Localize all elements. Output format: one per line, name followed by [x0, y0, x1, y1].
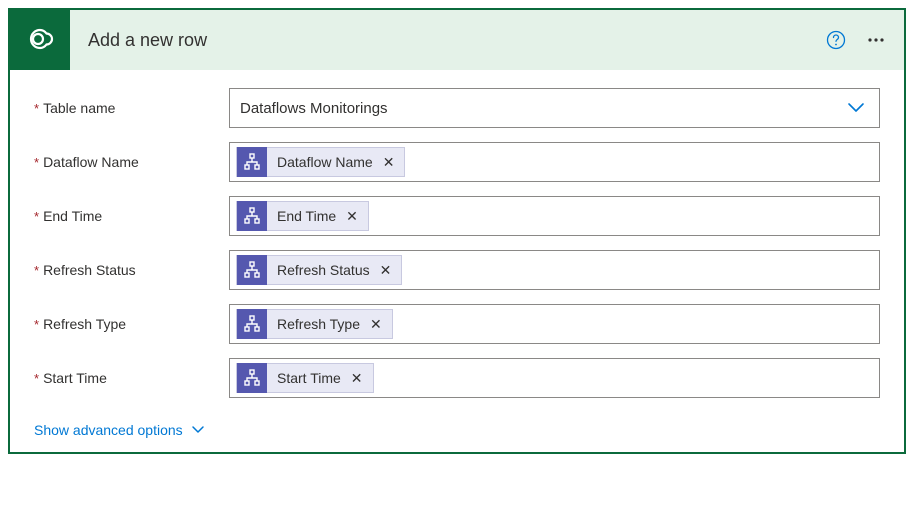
dynamic-token[interactable]: Dataflow Name ✕	[236, 147, 405, 177]
required-star: *	[34, 263, 39, 278]
remove-token-button[interactable]: ✕	[349, 370, 365, 387]
label-refresh-status: * Refresh Status	[34, 262, 229, 278]
flow-icon	[237, 309, 267, 339]
field-label: End Time	[43, 208, 102, 224]
flow-icon	[237, 363, 267, 393]
field-label: Table name	[43, 100, 115, 116]
remove-token-button[interactable]: ✕	[344, 208, 360, 225]
flow-icon	[237, 255, 267, 285]
refresh-type-input[interactable]: Refresh Type ✕	[229, 304, 880, 344]
advanced-label: Show advanced options	[34, 422, 183, 438]
remove-token-button[interactable]: ✕	[368, 316, 384, 333]
ellipsis-icon	[866, 30, 886, 50]
more-menu-button[interactable]	[860, 24, 892, 56]
refresh-status-input[interactable]: Refresh Status ✕	[229, 250, 880, 290]
token-label: End Time	[277, 208, 336, 224]
field-label: Refresh Type	[43, 316, 126, 332]
dynamic-token[interactable]: End Time ✕	[236, 201, 369, 231]
required-star: *	[34, 209, 39, 224]
field-row-start-time: * Start Time Start Time ✕	[34, 358, 880, 398]
field-row-end-time: * End Time End Time ✕	[34, 196, 880, 236]
required-star: *	[34, 317, 39, 332]
chevron-down-icon	[847, 100, 865, 116]
help-button[interactable]	[820, 24, 852, 56]
card-title: Add a new row	[70, 30, 820, 51]
field-row-refresh-status: * Refresh Status Refresh Status ✕	[34, 250, 880, 290]
required-star: *	[34, 155, 39, 170]
token-label: Refresh Type	[277, 316, 360, 332]
card-header: Add a new row	[10, 10, 904, 70]
start-time-input[interactable]: Start Time ✕	[229, 358, 880, 398]
dynamic-token[interactable]: Refresh Type ✕	[236, 309, 393, 339]
remove-token-button[interactable]: ✕	[378, 262, 394, 279]
required-star: *	[34, 101, 39, 116]
dynamic-token[interactable]: Refresh Status ✕	[236, 255, 402, 285]
show-advanced-options-link[interactable]: Show advanced options	[34, 422, 205, 438]
field-row-dataflow-name: * Dataflow Name Dataflow Name ✕	[34, 142, 880, 182]
remove-token-button[interactable]: ✕	[381, 154, 397, 171]
end-time-input[interactable]: End Time ✕	[229, 196, 880, 236]
chevron-down-icon	[191, 422, 205, 438]
flow-icon	[237, 201, 267, 231]
field-row-refresh-type: * Refresh Type Refresh Type ✕	[34, 304, 880, 344]
select-value: Dataflows Monitorings	[240, 100, 388, 117]
flow-icon	[237, 147, 267, 177]
dataflow-name-input[interactable]: Dataflow Name ✕	[229, 142, 880, 182]
label-end-time: * End Time	[34, 208, 229, 224]
field-row-table-name: * Table name Dataflows Monitorings	[34, 88, 880, 128]
card-body: * Table name Dataflows Monitorings * Dat…	[10, 70, 904, 452]
table-name-select[interactable]: Dataflows Monitorings	[229, 88, 880, 128]
field-label: Dataflow Name	[43, 154, 139, 170]
field-label: Refresh Status	[43, 262, 136, 278]
token-label: Start Time	[277, 370, 341, 386]
action-card: Add a new row * Table name Da	[8, 8, 906, 454]
required-star: *	[34, 371, 39, 386]
dataverse-icon	[23, 22, 57, 59]
label-start-time: * Start Time	[34, 370, 229, 386]
dynamic-token[interactable]: Start Time ✕	[236, 363, 374, 393]
label-dataflow-name: * Dataflow Name	[34, 154, 229, 170]
token-label: Dataflow Name	[277, 154, 373, 170]
label-refresh-type: * Refresh Type	[34, 316, 229, 332]
field-label: Start Time	[43, 370, 107, 386]
label-table-name: * Table name	[34, 100, 229, 116]
help-icon	[826, 30, 846, 50]
token-label: Refresh Status	[277, 262, 370, 278]
connector-icon-box	[10, 10, 70, 70]
